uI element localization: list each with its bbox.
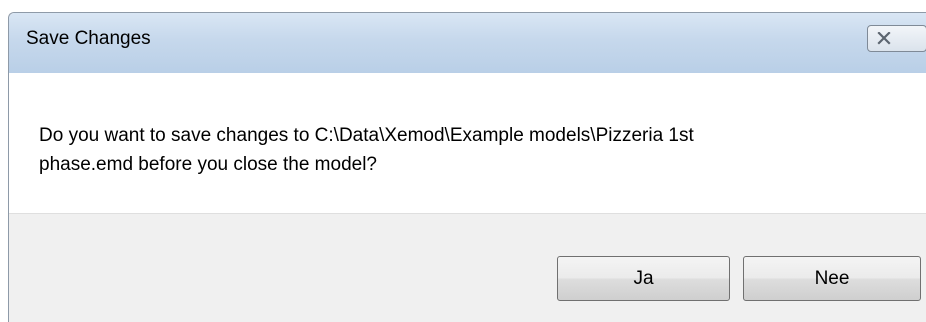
message-text: Do you want to save changes to C:\Data\X… [39, 121, 899, 179]
close-icon [877, 32, 891, 45]
no-button[interactable]: Nee [743, 256, 921, 301]
close-button[interactable] [867, 25, 926, 52]
message-line-1: Do you want to save changes to C:\Data\X… [39, 125, 694, 146]
message-line-2: phase.emd before you close the model? [39, 154, 377, 175]
yes-button[interactable]: Ja [557, 256, 730, 301]
save-changes-dialog: Save Changes Do you want to save changes… [8, 12, 926, 322]
dialog-title: Save Changes [26, 28, 151, 49]
title-bar[interactable]: Save Changes [9, 13, 926, 73]
button-bar: Ja Nee [9, 213, 926, 322]
dialog-body: Do you want to save changes to C:\Data\X… [9, 73, 926, 213]
